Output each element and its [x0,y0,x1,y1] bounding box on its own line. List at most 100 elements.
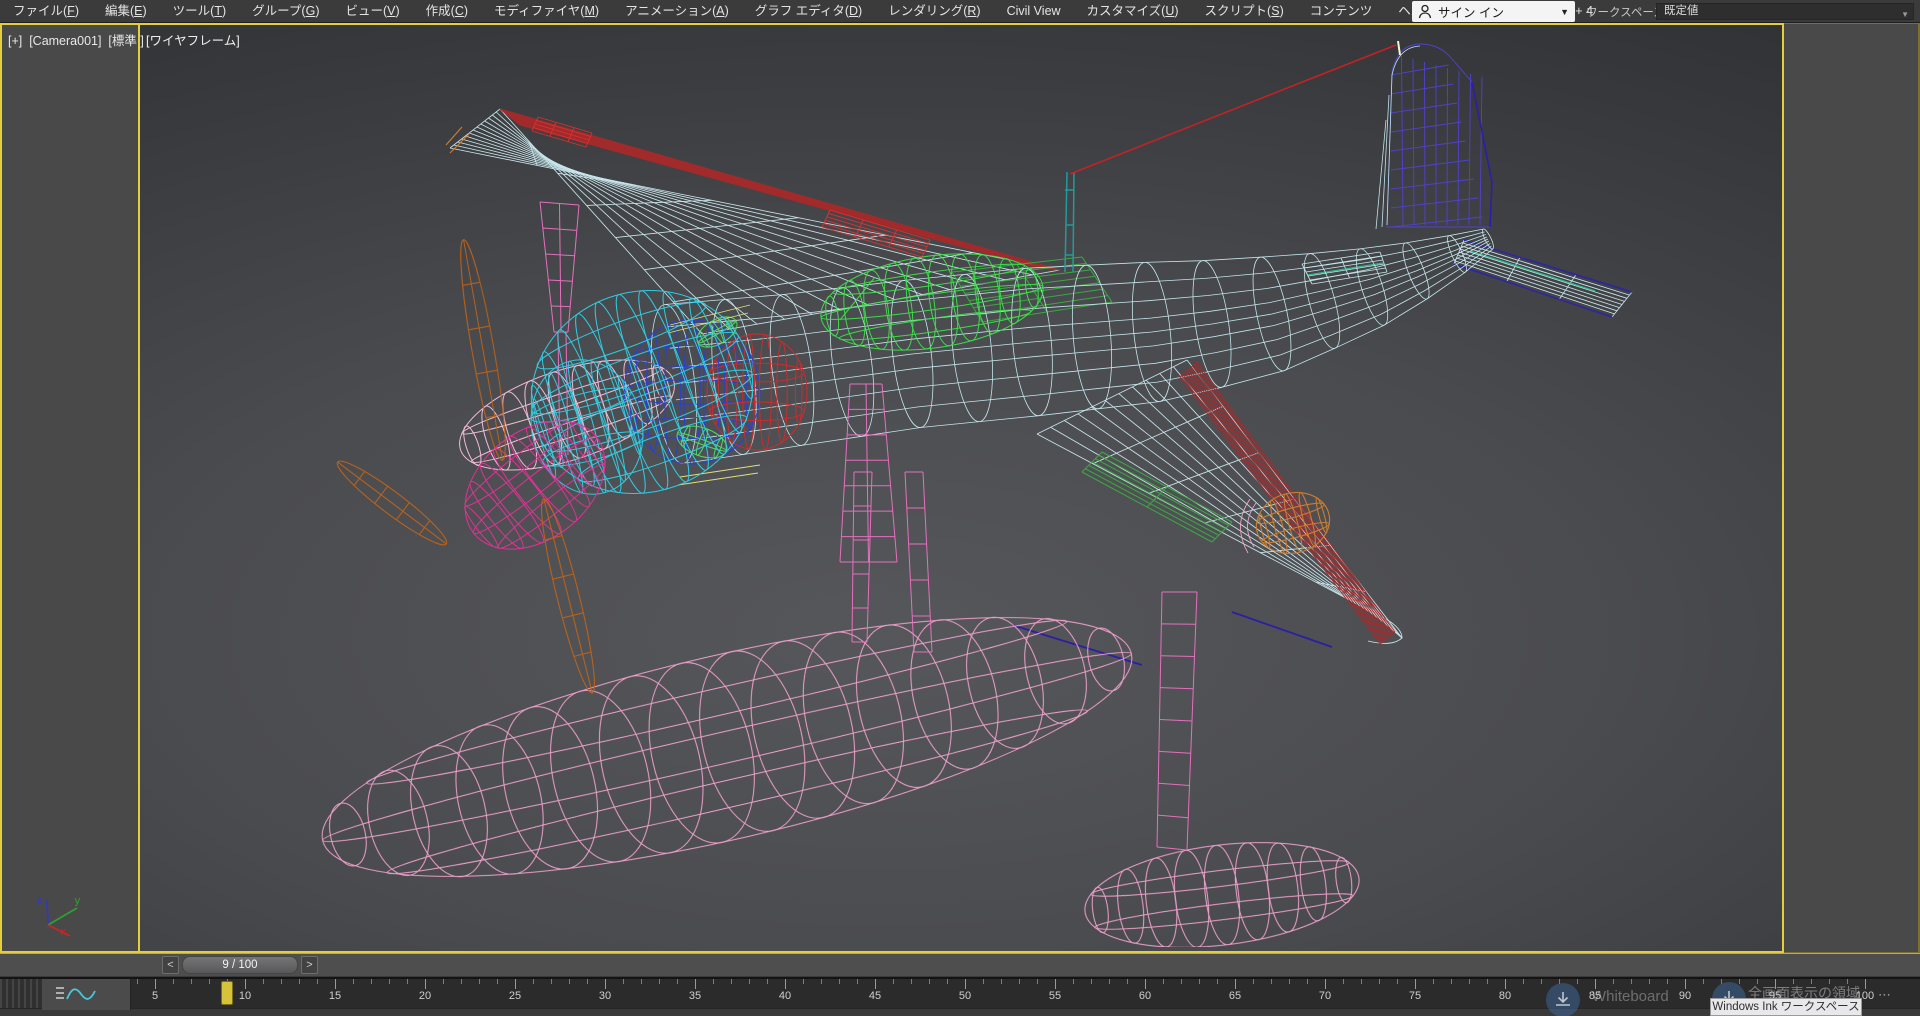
timeline-tick-label: 90 [1670,990,1700,1002]
timeline-tick [1217,979,1218,984]
timeline-tick [389,979,390,984]
camera-viewport[interactable] [138,25,1782,951]
timeline-tick [803,979,804,984]
menu-item[interactable]: スクリプト(S) [1192,0,1297,23]
timeline-overflow-dots[interactable]: ⋯ [1878,987,1893,1003]
menu-bar: ファイル(F)編集(E)ツール(T)グループ(G)ビュー(V)作成(C)モディフ… [0,0,1920,23]
timeline-tick [533,979,534,984]
next-frame-button[interactable]: > [301,956,318,974]
timeline-tick [1307,979,1308,984]
timeline-tick [1001,979,1002,984]
timeline-tick [137,979,138,984]
timeline-tick [1487,979,1488,984]
frame-nav-bar: < 9 / 100 > [0,953,1920,976]
timeline-tick [785,979,786,989]
axis-y-label: y [74,894,81,907]
timeline-tick [1163,979,1164,984]
timeline-tick [191,979,192,984]
timeline-tick [173,979,174,984]
timeline-tick [1055,979,1056,989]
menu-item[interactable]: コンテンツ [1297,0,1386,23]
timeline-tick-label: 50 [950,990,980,1002]
menu-item[interactable]: ビュー(V) [332,0,412,23]
menu-item[interactable]: モディファイヤ(M) [481,0,612,23]
viewport-label[interactable]: [+] [Camera001] [標準 ] [8,30,144,49]
timeline-tick-label: 75 [1400,990,1430,1002]
timeline-tick [1649,979,1650,984]
timeline-tick [515,979,516,989]
application-window: ファイル(F)編集(E)ツール(T)グループ(G)ビュー(V)作成(C)モディフ… [0,0,1920,1016]
timeline-tick [929,979,930,984]
timeline-tick [587,979,588,984]
timeline-tick [1469,979,1470,984]
sign-in-button[interactable]: サイン イン ▼ [1412,1,1575,22]
viewport-shading-label[interactable]: [ワイヤフレーム] [146,30,240,49]
timeline-grip-handle[interactable] [0,979,42,1010]
timeline-tick-label: 65 [1220,990,1250,1002]
timeline-tick-label: 30 [590,990,620,1002]
timeline-tick-label: 70 [1310,990,1340,1002]
menu-item[interactable]: ファイル(F) [0,0,92,23]
timeline-tick [1343,979,1344,984]
menu-item[interactable]: グラフ エディタ(D) [742,0,875,23]
timeline-tick [857,979,858,984]
timeline-tick-label: 15 [320,990,350,1002]
wireframe-seaplane-model[interactable] [140,25,1781,947]
menu-item[interactable]: レンダリング(R) [875,0,993,23]
timeline-tick [1253,979,1254,984]
menu-item[interactable]: Civil View [994,0,1074,23]
timeline-tick-label: 5 [140,990,170,1002]
timeline-tick [1037,979,1038,984]
workspace-dropdown[interactable]: 既定値 ▼ [1656,3,1914,20]
menu-item[interactable]: カスタマイズ(U) [1074,0,1192,23]
bottom-strip [0,1008,1920,1016]
menu-item[interactable]: 編集(E) [92,0,160,23]
timeline-tick [443,979,444,984]
workspace-dropdown-arrow: ▼ [1901,7,1909,22]
mini-curve-editor-button[interactable] [42,979,131,1010]
sign-in-dropdown-arrow[interactable]: ▼ [1560,7,1569,17]
timeline-tick [263,979,264,984]
timeline-tick [407,979,408,984]
timeline-tick [749,979,750,984]
menu-item[interactable]: アニメーション(A) [612,0,742,23]
timeline-tick [911,979,912,984]
timeline-tick [1361,979,1362,984]
timeline-tick [1109,979,1110,984]
timeline-tick-label: 45 [860,990,890,1002]
timeline-tick-label: 35 [680,990,710,1002]
timeline-tick-label: 25 [500,990,530,1002]
current-frame-display[interactable]: 9 / 100 [182,956,298,974]
timeline-tick [893,979,894,984]
timeline-tick-label: 60 [1130,990,1160,1002]
timeline-tick [677,979,678,984]
timeline-tick [245,979,246,989]
timeline-tick [1127,979,1128,984]
timeline-tick [1685,979,1686,989]
timeline-tick-label: 10 [230,990,260,1002]
axis-z-label: z [36,893,43,906]
ink-ghost-whiteboard-label: Whiteboard [1592,988,1669,1005]
timeline-tick [875,979,876,989]
timeline-tick-label: 80 [1490,990,1520,1002]
timeline-tick [425,979,426,989]
time-slider-handle[interactable] [221,981,233,1005]
menu-item[interactable]: 作成(C) [413,0,481,23]
ink-whiteboard-icon[interactable] [1546,983,1580,1016]
menu-item[interactable]: ツール(T) [160,0,239,23]
timeline-tick [713,979,714,984]
curve-editor-icon [42,979,131,1010]
timeline-tick [983,979,984,984]
timeline-tick [1577,979,1578,984]
timeline-tick [1181,979,1182,984]
previous-frame-button[interactable]: < [162,956,179,974]
timeline-tick [371,979,372,984]
timeline-tick [1289,979,1290,984]
timeline-tick [695,979,696,989]
timeline-tick [731,979,732,984]
timeline-tick [1541,979,1542,984]
timeline-tick [281,979,282,984]
menu-item[interactable]: グループ(G) [239,0,332,23]
timeline-tick [1271,979,1272,984]
timeline-tick [1433,979,1434,984]
